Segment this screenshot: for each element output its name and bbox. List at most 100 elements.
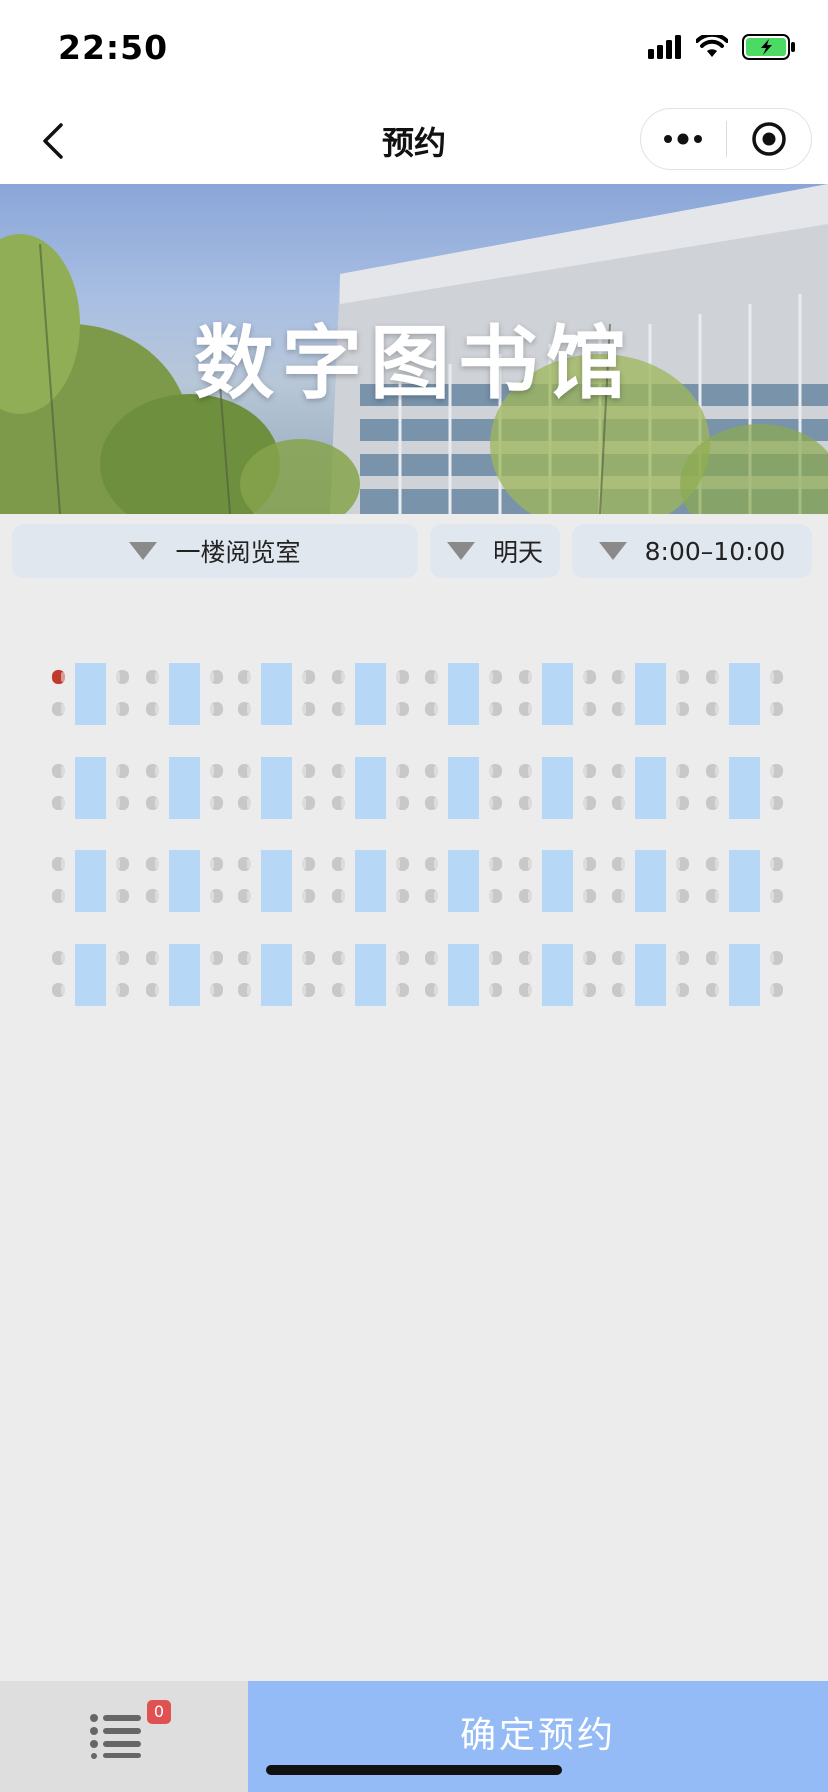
seat[interactable] [144, 886, 164, 906]
seat[interactable] [330, 667, 350, 687]
seat[interactable] [236, 886, 256, 906]
seat[interactable] [50, 980, 70, 1000]
confirm-booking-button[interactable]: 确定预约 [248, 1681, 828, 1792]
seat[interactable] [704, 667, 724, 687]
seat[interactable] [330, 886, 350, 906]
seat[interactable] [297, 793, 317, 813]
seat[interactable] [517, 948, 537, 968]
seat[interactable] [330, 761, 350, 781]
seat[interactable] [704, 699, 724, 719]
seat[interactable] [610, 793, 630, 813]
seat[interactable] [236, 667, 256, 687]
seat[interactable] [517, 793, 537, 813]
seat[interactable] [704, 854, 724, 874]
seat[interactable] [484, 948, 504, 968]
seat[interactable] [484, 886, 504, 906]
seat[interactable] [610, 761, 630, 781]
time-slot-selector[interactable]: 8:00–10:00 [572, 524, 812, 578]
seat[interactable] [330, 793, 350, 813]
seat[interactable] [330, 948, 350, 968]
seat[interactable] [391, 699, 411, 719]
seat[interactable] [205, 699, 225, 719]
seat[interactable] [297, 948, 317, 968]
seat[interactable] [205, 667, 225, 687]
seat[interactable] [704, 886, 724, 906]
seat[interactable] [517, 667, 537, 687]
seat[interactable] [144, 948, 164, 968]
seat[interactable] [144, 980, 164, 1000]
back-button[interactable] [28, 116, 78, 166]
seat[interactable] [297, 761, 317, 781]
seat[interactable] [236, 793, 256, 813]
seat[interactable] [111, 980, 131, 1000]
seat[interactable] [111, 699, 131, 719]
seat[interactable] [50, 854, 70, 874]
seat[interactable] [236, 980, 256, 1000]
seat[interactable] [704, 980, 724, 1000]
seat[interactable] [517, 699, 537, 719]
seat[interactable] [610, 699, 630, 719]
seat[interactable] [144, 699, 164, 719]
seat-selected[interactable] [50, 667, 70, 687]
seat[interactable] [50, 886, 70, 906]
seat[interactable] [484, 699, 504, 719]
seat[interactable] [236, 948, 256, 968]
seat[interactable] [484, 761, 504, 781]
seat[interactable] [50, 699, 70, 719]
seat[interactable] [423, 854, 443, 874]
seat[interactable] [297, 886, 317, 906]
seat[interactable] [391, 793, 411, 813]
seat[interactable] [236, 761, 256, 781]
seat[interactable] [671, 667, 691, 687]
room-selector[interactable]: 一楼阅览室 [12, 524, 418, 578]
seat[interactable] [50, 761, 70, 781]
seat[interactable] [578, 761, 598, 781]
seat[interactable] [423, 761, 443, 781]
seat[interactable] [578, 980, 598, 1000]
seat[interactable] [517, 980, 537, 1000]
seat[interactable] [671, 886, 691, 906]
seat[interactable] [610, 980, 630, 1000]
seat[interactable] [423, 699, 443, 719]
seat[interactable] [330, 699, 350, 719]
seat[interactable] [391, 948, 411, 968]
seat[interactable] [111, 761, 131, 781]
seat[interactable] [144, 667, 164, 687]
seat[interactable] [50, 948, 70, 968]
seat[interactable] [517, 886, 537, 906]
seat[interactable] [391, 980, 411, 1000]
seat[interactable] [484, 793, 504, 813]
seat[interactable] [111, 667, 131, 687]
seat[interactable] [391, 667, 411, 687]
seat[interactable] [205, 886, 225, 906]
seat[interactable] [671, 761, 691, 781]
seat[interactable] [671, 980, 691, 1000]
seat[interactable] [484, 667, 504, 687]
seat[interactable] [765, 886, 785, 906]
seat[interactable] [517, 854, 537, 874]
seat[interactable] [205, 980, 225, 1000]
seat[interactable] [144, 761, 164, 781]
seat[interactable] [423, 948, 443, 968]
seat[interactable] [671, 699, 691, 719]
seat[interactable] [610, 948, 630, 968]
seat[interactable] [578, 667, 598, 687]
seat[interactable] [391, 886, 411, 906]
seat[interactable] [765, 699, 785, 719]
seat[interactable] [610, 667, 630, 687]
more-button[interactable] [641, 109, 726, 169]
seat[interactable] [330, 854, 350, 874]
seat[interactable] [517, 761, 537, 781]
seat[interactable] [423, 793, 443, 813]
seat[interactable] [111, 854, 131, 874]
seat[interactable] [297, 980, 317, 1000]
seat[interactable] [578, 886, 598, 906]
seat[interactable] [236, 854, 256, 874]
seat[interactable] [205, 793, 225, 813]
seat[interactable] [297, 699, 317, 719]
booking-list-button[interactable]: 0 [0, 1681, 248, 1792]
seat[interactable] [765, 948, 785, 968]
seat[interactable] [391, 761, 411, 781]
seat[interactable] [205, 761, 225, 781]
seat[interactable] [423, 667, 443, 687]
